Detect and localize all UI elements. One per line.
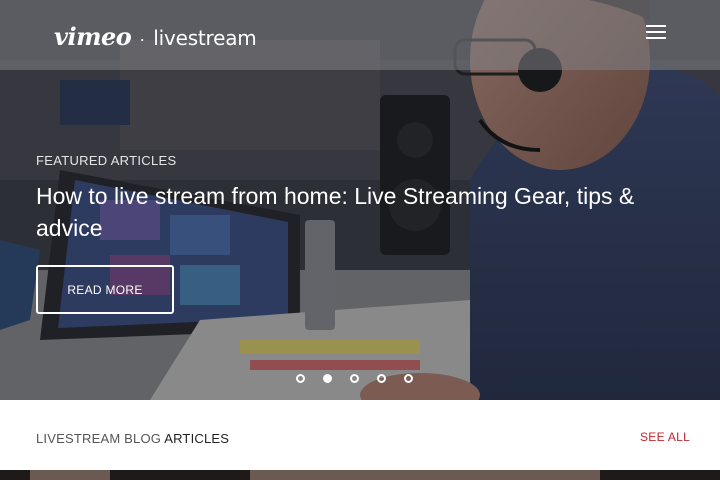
brand-secondary: livestream: [153, 26, 257, 50]
carousel-dot[interactable]: [404, 374, 413, 383]
carousel-dot[interactable]: [377, 374, 386, 383]
vimeo-livestream-logo[interactable]: vimeo · livestream: [54, 22, 257, 51]
top-navigation-bar: vimeo · livestream: [0, 0, 720, 70]
read-more-button[interactable]: READ MORE: [36, 265, 174, 314]
carousel-pagination: [296, 374, 413, 383]
blog-section-header: LIVESTREAM BLOG ARTICLES SEE ALL: [0, 400, 720, 470]
brand-primary: vimeo: [54, 22, 132, 51]
section-title-emphasis: ARTICLES: [164, 431, 230, 446]
section-title-prefix: LIVESTREAM BLOG: [36, 431, 162, 446]
see-all-link[interactable]: SEE ALL: [640, 430, 690, 444]
article-thumbnail-preview[interactable]: [0, 470, 720, 480]
featured-eyebrow: FEATURED ARTICLES: [36, 153, 177, 168]
brand-separator: ·: [139, 29, 146, 49]
carousel-dot[interactable]: [350, 374, 359, 383]
featured-hero: vimeo · livestream FEATURED ARTICLES How…: [0, 0, 720, 400]
hamburger-menu-icon[interactable]: [642, 22, 670, 44]
section-title: LIVESTREAM BLOG ARTICLES: [36, 431, 229, 446]
carousel-dot-active[interactable]: [323, 374, 332, 383]
carousel-dot[interactable]: [296, 374, 305, 383]
featured-headline[interactable]: How to live stream from home: Live Strea…: [36, 180, 686, 244]
